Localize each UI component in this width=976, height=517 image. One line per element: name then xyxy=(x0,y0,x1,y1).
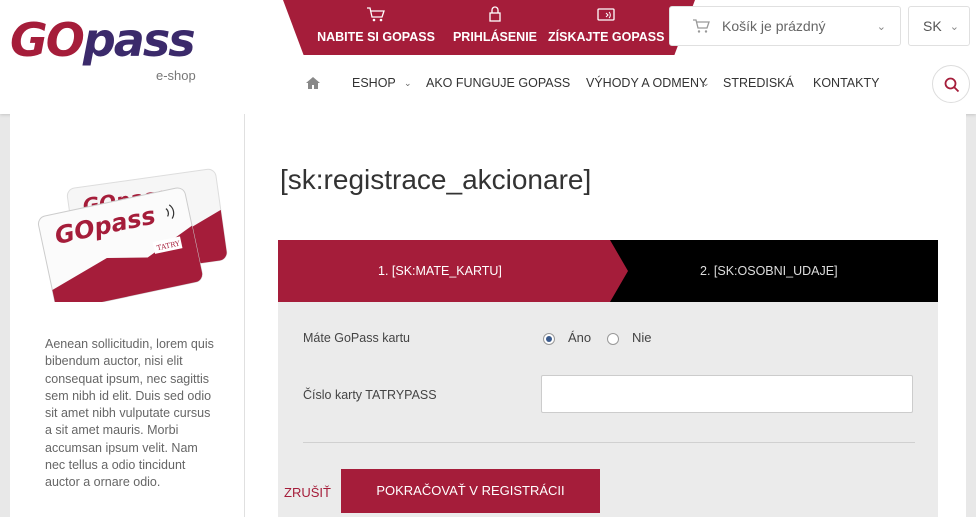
registration-steps: 1. [SK:MATE_KARTU] 2. [SK:OSOBNI_UDAJE] xyxy=(278,240,938,302)
search-icon xyxy=(944,77,960,93)
cart-status: Košík je prázdný xyxy=(722,18,826,34)
sidebar-description: Aenean sollicitudin, lorem quis bibendum… xyxy=(45,337,214,490)
sidebar: GOpass TATRY GOpass Aenean sollicitudin,… xyxy=(10,114,245,517)
chevron-down-icon: ⌄ xyxy=(949,21,959,33)
main-content: [sk:registrace_akcionare] 1. [SK:MATE_KA… xyxy=(246,114,966,517)
radio-yes[interactable] xyxy=(543,333,555,345)
radio-yes-label[interactable]: Áno xyxy=(568,330,591,345)
logo-pass: pass xyxy=(82,13,196,67)
nav-item-how-it-works[interactable]: AKO FUNGUJE GOPASS xyxy=(426,76,570,90)
topbar-login-label: PRIHLÁSENIE xyxy=(452,30,538,44)
nav-item-resorts[interactable]: STREDISKÁ xyxy=(723,76,794,90)
nav-item-eshop[interactable]: ESHOP xyxy=(352,76,396,90)
nav-item-benefits[interactable]: VÝHODY A ODMENY xyxy=(586,76,707,90)
topbar-recharge-link[interactable]: NABITE SI GOPASS xyxy=(317,0,435,55)
nav-item-contacts[interactable]: KONTAKTY xyxy=(813,76,879,90)
chevron-down-icon: ⌄ xyxy=(876,21,886,33)
cancel-link[interactable]: ZRUŠIŤ xyxy=(284,485,331,500)
page-content: GOpass TATRY GOpass Aenean sollicitudin,… xyxy=(10,114,966,517)
cart-icon xyxy=(693,19,710,33)
page-title: [sk:registrace_akcionare] xyxy=(280,164,592,195)
registration-form: Máte GoPass kartu Áno Nie Číslo karty TA… xyxy=(278,302,938,517)
lock-icon xyxy=(489,6,501,22)
card-number-input[interactable] xyxy=(541,375,913,413)
has-card-label: Máte GoPass kartu xyxy=(303,331,410,345)
cart-dropdown[interactable]: Košík je prázdný ⌄ xyxy=(669,6,901,46)
cart-icon xyxy=(367,7,385,22)
search-button[interactable] xyxy=(932,65,970,103)
topbar-recharge-label: NABITE SI GOPASS xyxy=(317,30,435,44)
topbar-get-gopass-link[interactable]: ZÍSKAJTE GOPASS xyxy=(548,0,665,55)
language-value: SK xyxy=(923,18,942,34)
continue-registration-button[interactable]: POKRAČOVAŤ V REGISTRÁCII xyxy=(341,469,600,513)
card-number-label: Číslo karty TATRYPASS xyxy=(303,388,437,402)
main-nav: ESHOP ⌄ AKO FUNGUJE GOPASS VÝHODY A ODME… xyxy=(0,76,976,94)
step-1-label: 1. [SK:MATE_KARTU] xyxy=(378,264,502,278)
chevron-down-icon[interactable]: ⌄ xyxy=(702,78,710,89)
gopass-card-image: GOpass TATRY GOpass xyxy=(37,168,228,302)
topbar-get-gopass-label: ZÍSKAJTE GOPASS xyxy=(548,30,665,44)
radio-no-label[interactable]: Nie xyxy=(632,330,652,345)
chevron-down-icon[interactable]: ⌄ xyxy=(404,78,412,89)
topbar-login-link[interactable]: PRIHLÁSENIE xyxy=(452,0,538,55)
header: GOpass e-shop NABITE SI GOPASS PRIHLÁSEN… xyxy=(0,0,976,114)
radio-no[interactable] xyxy=(607,333,619,345)
card-icon xyxy=(596,8,615,21)
logo-go: GO xyxy=(10,13,85,67)
step-2-label: 2. [SK:OSOBNI_UDAJE] xyxy=(700,264,838,278)
logo-wordmark: GOpass xyxy=(10,12,196,68)
language-select[interactable]: SK ⌄ xyxy=(908,6,970,46)
form-divider xyxy=(303,442,915,443)
